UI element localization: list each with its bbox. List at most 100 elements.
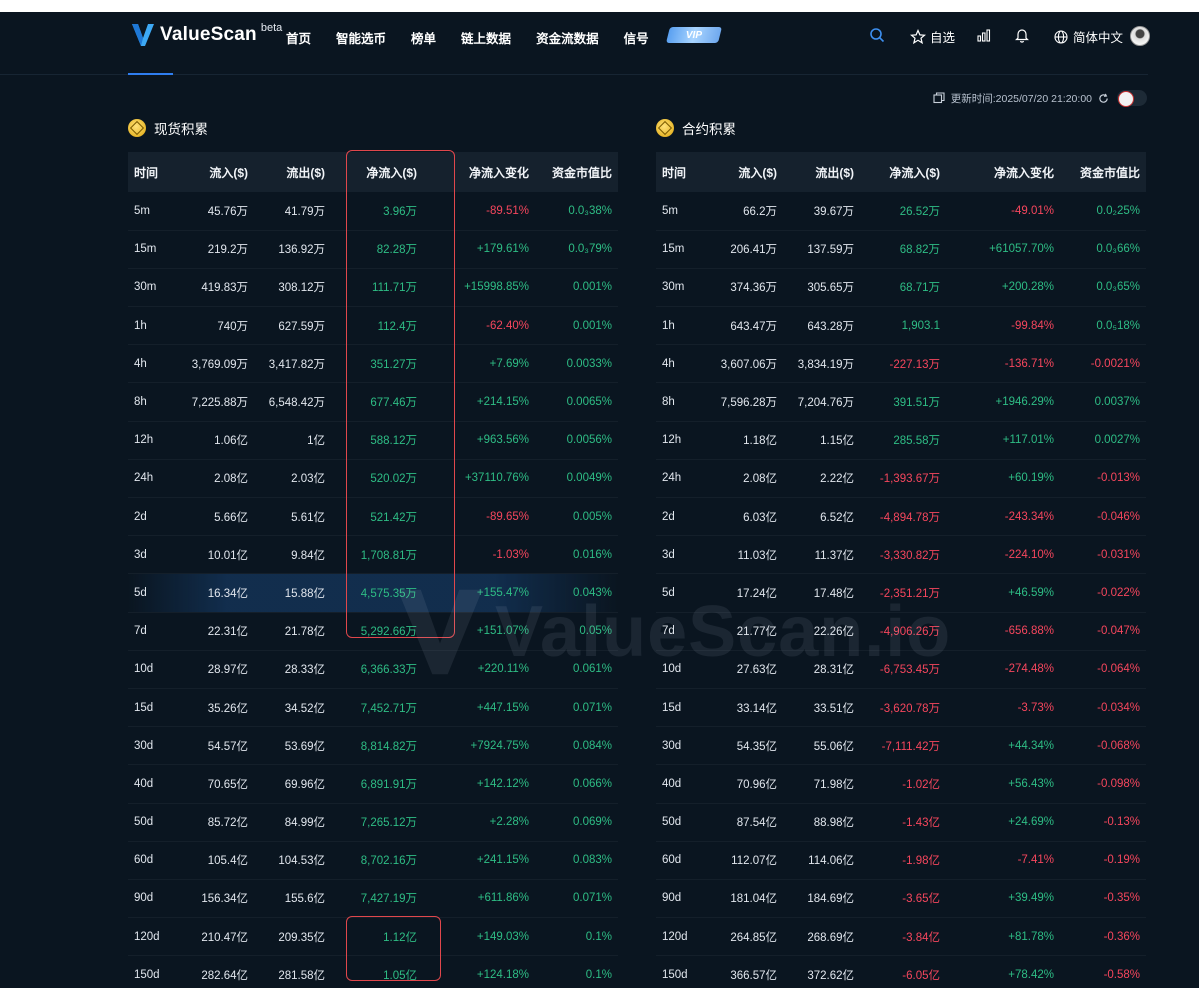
table-row[interactable]: 4h 3,769.09万 3,417.82万 351.27万 +7.69% 0.0033% <box>128 345 618 383</box>
table-row[interactable]: 3d 10.01亿 9.84亿 1,708.81万 -1.03% 0.016% <box>128 536 618 574</box>
notification-button[interactable] <box>1014 27 1030 43</box>
table-cell: 16.34亿 <box>207 587 248 600</box>
table-row[interactable]: 15m 219.2万 136.92万 82.28万 +179.61% 0.0₃79% <box>128 230 618 269</box>
table-cell: 22.26亿 <box>813 626 854 639</box>
chart-button[interactable] <box>976 27 992 43</box>
table-cell: 0.0037% <box>1094 396 1140 409</box>
table-row[interactable]: 150d 282.64亿 281.58亿 1.05亿 +124.18% 0.1% <box>128 956 618 988</box>
app-window: ValueScan beta 首页 智能选币 榜单 链上数据 资金流数据 信号 … <box>0 12 1199 988</box>
table-row[interactable]: 1h 740万 627.59万 112.4万 -62.40% 0.001% <box>128 307 618 345</box>
table-row[interactable]: 5d 16.34亿 15.88亿 4,575.35万 +155.47% 0.043% <box>128 573 618 613</box>
table-cell: 12h <box>134 434 154 447</box>
table-row[interactable]: 3d 11.03亿 11.37亿 -3,330.82万 -224.10% -0.031% <box>656 536 1146 574</box>
table-cell: 17.48亿 <box>813 587 854 600</box>
nav-smart-picks[interactable]: 智能选币 <box>336 28 386 47</box>
table-row[interactable]: 12h 1.06亿 1亿 588.12万 +963.56% 0.0056% <box>128 421 618 460</box>
table-row[interactable]: 1h 643.47万 643.28万 1,903.1 -99.84% 0.0₅18% <box>656 307 1146 345</box>
table-row[interactable]: 15d 35.26亿 34.52亿 7,452.71万 +447.15% 0.071% <box>128 688 618 727</box>
table-cell: -3,330.82万 <box>879 549 940 562</box>
table-cell: 2.08亿 <box>743 473 777 486</box>
nav-home[interactable]: 首页 <box>286 28 311 47</box>
nav-signals[interactable]: 信号 <box>624 28 649 47</box>
table-row[interactable]: 60d 112.07亿 114.06亿 -1.98亿 -7.41% -0.19% <box>656 841 1146 880</box>
table-row[interactable]: 15d 33.14亿 33.51亿 -3,620.78万 -3.73% -0.034% <box>656 688 1146 727</box>
language-selector[interactable]: 简体中文 <box>1053 27 1123 46</box>
table-cell: 112.07亿 <box>731 855 777 868</box>
table-row[interactable]: 15m 206.41万 137.59万 68.82万 +61057.70% 0.0₃66% <box>656 230 1146 269</box>
table-row[interactable]: 10d 28.97亿 28.33亿 6,366.33万 +220.11% 0.061% <box>128 650 618 689</box>
futures-section: 合约积累 <box>656 118 736 138</box>
table-row[interactable]: 30d 54.57亿 53.69亿 8,814.82万 +7924.75% 0.084% <box>128 727 618 765</box>
auto-refresh-toggle[interactable] <box>1117 90 1147 107</box>
table-row[interactable]: 40d 70.65亿 69.96亿 6,891.91万 +142.12% 0.066% <box>128 765 618 803</box>
table-cell: 68.71万 <box>899 282 940 295</box>
table-row[interactable]: 150d 366.57亿 372.62亿 -6.05亿 +78.42% -0.58% <box>656 956 1146 988</box>
table-cell: 3d <box>134 548 147 561</box>
table-cell: 22.31亿 <box>207 626 248 639</box>
table-cell: 24h <box>134 472 154 485</box>
search-button[interactable] <box>869 27 885 43</box>
table-row[interactable]: 5d 17.24亿 17.48亿 -2,351.21万 +46.59% -0.022% <box>656 574 1146 613</box>
table-row[interactable]: 30m 374.36万 305.65万 68.71万 +200.28% 0.0₃65% <box>656 268 1146 307</box>
table-cell: 0.069% <box>572 816 612 829</box>
table-row[interactable]: 120d 264.85亿 268.69亿 -3.84亿 +81.78% -0.36% <box>656 918 1146 956</box>
beta-badge: beta <box>260 22 283 34</box>
copy-icon[interactable] <box>933 92 945 104</box>
table-cell: 136.92万 <box>278 244 325 257</box>
table-cell: 150d <box>134 968 160 981</box>
table-row[interactable]: 8h 7,225.88万 6,548.42万 677.46万 +214.15% 0.006… <box>128 383 618 422</box>
table-cell: 0.001% <box>572 281 612 294</box>
table-cell: 1.05亿 <box>383 969 417 982</box>
table-row[interactable]: 90d 156.34亿 155.6亿 7,427.19万 +611.86% 0.071% <box>128 879 618 918</box>
table-cell: 0.0₃65% <box>1096 281 1140 294</box>
logo[interactable]: ValueScan beta <box>132 22 282 48</box>
table-cell: 374.36万 <box>730 282 777 295</box>
nav-rankings[interactable]: 榜单 <box>411 28 436 47</box>
table-cell: +124.18% <box>476 968 529 981</box>
table-cell: +963.56% <box>476 434 529 447</box>
table-cell: -99.84% <box>1011 319 1054 332</box>
table-row[interactable]: 24h 2.08亿 2.03亿 520.02万 +37110.76% 0.0049% <box>128 459 618 498</box>
table-row[interactable]: 24h 2.08亿 2.22亿 -1,393.67万 +60.19% -0.013% <box>656 459 1146 498</box>
nav-onchain-data[interactable]: 链上数据 <box>461 28 511 47</box>
vip-badge[interactable]: VIP <box>666 27 722 43</box>
table-cell: -1,393.67万 <box>879 473 940 486</box>
table-row[interactable]: 4h 3,607.06万 3,834.19万 -227.13万 -136.71% -0.0… <box>656 345 1146 383</box>
table-cell: 3,834.19万 <box>797 358 854 371</box>
table-cell: 156.34亿 <box>201 893 248 906</box>
table-row[interactable]: 10d 27.63亿 28.31亿 -6,753.45万 -274.48% -0.064% <box>656 650 1146 689</box>
refresh-icon[interactable] <box>1098 93 1109 104</box>
table-cell: +7924.75% <box>470 739 529 752</box>
table-row[interactable]: 2d 5.66亿 5.61亿 521.42万 -89.65% 0.005% <box>128 498 618 536</box>
watchlist-button[interactable]: 自选 <box>910 27 955 46</box>
table-row[interactable]: 7d 21.77亿 22.26亿 -4,906.26万 -656.88% -0.047% <box>656 612 1146 651</box>
table-row[interactable]: 50d 85.72亿 84.99亿 7,265.12万 +2.28% 0.069% <box>128 803 618 842</box>
table-row[interactable]: 5m 66.2万 39.67万 26.52万 -49.01% 0.0₂25% <box>656 192 1146 231</box>
table-cell: 7d <box>662 625 675 638</box>
table-row[interactable]: 12h 1.18亿 1.15亿 285.58万 +117.01% 0.0027% <box>656 421 1146 460</box>
table-cell: 3,769.09万 <box>191 358 248 371</box>
table-row[interactable]: 50d 87.54亿 88.98亿 -1.43亿 +24.69% -0.13% <box>656 803 1146 842</box>
table-row[interactable]: 5m 45.76万 41.79万 3.96万 -89.51% 0.0₃38% <box>128 192 618 231</box>
table-cell: -1.98亿 <box>902 855 940 868</box>
table-row[interactable]: 30m 419.83万 308.12万 111.71万 +15998.85% 0.001% <box>128 268 618 307</box>
nav-fund-flow[interactable]: 资金流数据 <box>536 28 599 47</box>
spot-title: 现货积累 <box>154 122 208 137</box>
table-row[interactable]: 60d 105.4亿 104.53亿 8,702.16万 +241.15% 0.083% <box>128 841 618 880</box>
avatar[interactable] <box>1130 26 1150 46</box>
table-row[interactable]: 2d 6.03亿 6.52亿 -4,894.78万 -243.34% -0.046% <box>656 498 1146 536</box>
table-cell: 4h <box>134 357 147 370</box>
table-row[interactable]: 90d 181.04亿 184.69亿 -3.65亿 +39.49% -0.35% <box>656 879 1146 918</box>
table-cell: -3,620.78万 <box>879 702 940 715</box>
table-cell: 6.03亿 <box>743 511 777 524</box>
table-row[interactable]: 120d 210.47亿 209.35亿 1.12亿 +149.03% 0.1% <box>128 918 618 956</box>
table-cell: 70.65亿 <box>207 778 248 791</box>
table-cell: -2,351.21万 <box>879 587 940 600</box>
table-cell: 209.35亿 <box>278 931 325 944</box>
table-row[interactable]: 30d 54.35亿 55.06亿 -7,111.42万 +44.34% -0.068% <box>656 727 1146 765</box>
table-cell: 137.59万 <box>807 244 854 257</box>
table-row[interactable]: 40d 70.96亿 71.98亿 -1.02亿 +56.43% -0.098% <box>656 765 1146 803</box>
table-row[interactable]: 8h 7,596.28万 7,204.76万 391.51万 +1946.29% 0.00… <box>656 383 1146 422</box>
table-cell: -0.064% <box>1097 663 1140 676</box>
table-row[interactable]: 7d 22.31亿 21.78亿 5,292.66万 +151.07% 0.05% <box>128 612 618 651</box>
